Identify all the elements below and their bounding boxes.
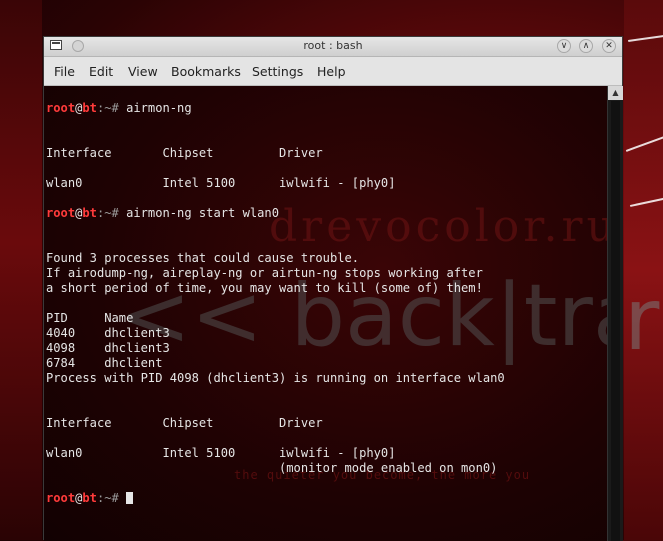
watermark-logo-right: ra xyxy=(624,270,663,370)
scrollbar-track[interactable] xyxy=(611,101,620,541)
output-line: PID Name xyxy=(46,311,134,325)
menu-edit[interactable]: Edit xyxy=(89,64,113,79)
prompt-host: bt xyxy=(82,491,97,505)
menu-file[interactable]: File xyxy=(54,64,75,79)
menu-help[interactable]: Help xyxy=(317,64,346,79)
output-line: 4040 dhclient3 xyxy=(46,326,170,340)
maximize-button[interactable]: ∧ xyxy=(579,39,593,53)
triangle-up-icon: ▲ xyxy=(612,88,619,97)
chevron-up-icon: ∧ xyxy=(582,41,590,51)
output-line: wlan0 Intel 5100 iwlwifi - [phy0] xyxy=(46,176,396,190)
output-line: a short period of time, you may want to … xyxy=(46,281,483,295)
terminal-output[interactable]: drevocolor.ru << back|tra the quieter yo… xyxy=(44,86,607,541)
prompt-line: root@bt:~# airmon-ng xyxy=(46,101,505,116)
prompt-user: root xyxy=(46,491,76,505)
menu-settings[interactable]: Settings xyxy=(252,64,303,79)
window-title: root : bash xyxy=(303,39,363,52)
prompt-separator: :~# xyxy=(96,491,127,505)
chevron-down-icon: ∨ xyxy=(560,41,568,51)
prompt-user: root xyxy=(46,101,76,115)
output-line: 4098 dhclient3 xyxy=(46,341,170,355)
vertical-scrollbar[interactable]: ▲ xyxy=(607,86,623,541)
prompt-user: root xyxy=(46,206,76,220)
minimize-button[interactable]: ∨ xyxy=(557,39,571,53)
title-bar[interactable]: root : bash ∨ ∧ ✕ xyxy=(44,37,622,57)
output-line: (monitor mode enabled on mon0) xyxy=(46,461,498,475)
output-line: wlan0 Intel 5100 iwlwifi - [phy0] xyxy=(46,446,396,460)
output-line: Interface Chipset Driver xyxy=(46,416,323,430)
output-line: Found 3 processes that could cause troub… xyxy=(46,251,360,265)
desktop-background-left xyxy=(0,0,42,540)
terminal-lines: root@bt:~# airmon-ng Interface Chipset Dr… xyxy=(46,86,505,506)
prompt-host: bt xyxy=(82,101,97,115)
terminal-window: root : bash ∨ ∧ ✕ File Edit View Bookmar… xyxy=(43,36,623,541)
close-icon: ✕ xyxy=(605,41,613,51)
text-cursor xyxy=(126,492,134,504)
output-line: If airodump-ng, aireplay-ng or airtun-ng… xyxy=(46,266,483,280)
menu-view[interactable]: View xyxy=(128,64,158,79)
prompt-separator: :~# xyxy=(96,206,127,220)
output-line: Process with PID 4098 (dhclient3) is run… xyxy=(46,371,505,385)
command-text: airmon-ng start wlan0 xyxy=(126,206,279,220)
command-text: airmon-ng xyxy=(126,101,192,115)
prompt-line: root@bt:~# airmon-ng start wlan0 xyxy=(46,206,505,221)
scroll-up-button[interactable]: ▲ xyxy=(608,86,623,100)
output-line: Interface Chipset Driver xyxy=(46,146,323,160)
close-button[interactable]: ✕ xyxy=(602,39,616,53)
prompt-separator: :~# xyxy=(96,101,127,115)
output-line: 6784 dhclient xyxy=(46,356,163,370)
prompt-host: bt xyxy=(82,206,97,220)
menu-bookmarks[interactable]: Bookmarks xyxy=(171,64,241,79)
menu-bar: File Edit View Bookmarks Settings Help xyxy=(44,57,622,86)
prompt-line: root@bt:~# xyxy=(46,491,505,506)
